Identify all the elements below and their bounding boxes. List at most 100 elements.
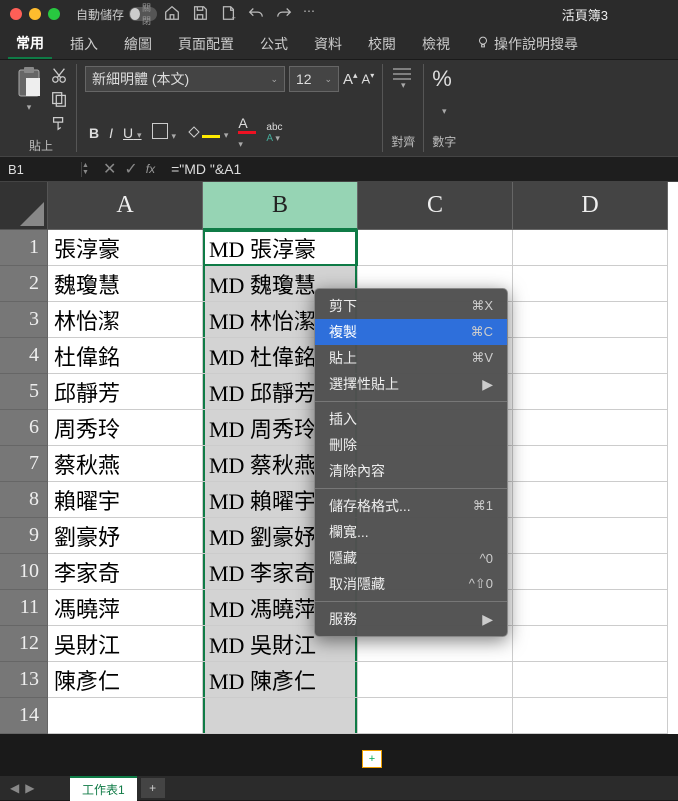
cell[interactable]: [513, 338, 668, 374]
font-size-select[interactable]: 12⌄: [289, 66, 339, 92]
accept-formula-icon[interactable]: ✓: [124, 159, 137, 179]
select-all-corner[interactable]: [0, 182, 48, 230]
decrease-font-icon[interactable]: A▾: [362, 71, 375, 86]
cell[interactable]: 杜偉銘: [48, 338, 203, 374]
redo-icon[interactable]: [275, 4, 293, 25]
font-color-button[interactable]: A ▾: [238, 115, 256, 150]
tab-review[interactable]: 校閱: [360, 30, 404, 58]
minimize-window-button[interactable]: [29, 8, 41, 20]
row-header[interactable]: 10: [0, 554, 48, 590]
cm-hide[interactable]: 隱藏^0: [315, 545, 507, 571]
cell[interactable]: [513, 662, 668, 698]
tab-draw[interactable]: 繪圖: [116, 30, 160, 58]
col-header-a[interactable]: A: [48, 182, 203, 230]
tab-view[interactable]: 檢視: [414, 30, 458, 58]
row-header[interactable]: 14: [0, 698, 48, 734]
cell[interactable]: [513, 518, 668, 554]
cell[interactable]: 邱靜芳: [48, 374, 203, 410]
row-header[interactable]: 3: [0, 302, 48, 338]
tab-tellme[interactable]: 操作說明搜尋: [468, 30, 586, 58]
undo-icon[interactable]: [247, 4, 265, 25]
italic-button[interactable]: I: [109, 125, 113, 141]
cell[interactable]: [513, 446, 668, 482]
borders-button[interactable]: ▾: [152, 123, 176, 142]
sheet-tab[interactable]: 工作表1: [70, 776, 137, 801]
cell[interactable]: [513, 410, 668, 446]
new-icon[interactable]: +: [219, 4, 237, 25]
paste-button[interactable]: ▾: [14, 66, 44, 135]
col-header-b[interactable]: B: [203, 182, 358, 230]
cm-insert[interactable]: 插入: [315, 406, 507, 432]
cell[interactable]: 賴曜宇: [48, 482, 203, 518]
col-header-d[interactable]: D: [513, 182, 668, 230]
cm-clear[interactable]: 清除內容: [315, 458, 507, 484]
row-header[interactable]: 1: [0, 230, 48, 266]
tab-home[interactable]: 常用: [8, 29, 52, 59]
name-box[interactable]: B1: [0, 162, 82, 177]
row-header[interactable]: 6: [0, 410, 48, 446]
cm-format-cells[interactable]: 儲存格格式...⌘1: [315, 493, 507, 519]
cell[interactable]: 張淳豪: [48, 230, 203, 266]
cell[interactable]: MD 陳彥仁: [203, 662, 358, 698]
cell[interactable]: 魏瓊慧: [48, 266, 203, 302]
row-header[interactable]: 7: [0, 446, 48, 482]
row-header[interactable]: 11: [0, 590, 48, 626]
row-header[interactable]: 12: [0, 626, 48, 662]
copy-icon[interactable]: [50, 90, 68, 111]
percent-icon[interactable]: %: [432, 66, 452, 92]
cell[interactable]: 陳彥仁: [48, 662, 203, 698]
row-header[interactable]: 13: [0, 662, 48, 698]
cell[interactable]: [513, 626, 668, 662]
paste-options-icon[interactable]: +: [362, 750, 382, 768]
col-header-c[interactable]: C: [358, 182, 513, 230]
fill-color-button[interactable]: ▾: [186, 124, 228, 141]
font-name-select[interactable]: 新細明體 (本文)⌄: [85, 66, 285, 92]
cell[interactable]: [513, 230, 668, 266]
sheet-prev-icon[interactable]: ◀: [10, 781, 19, 795]
cell[interactable]: [358, 230, 513, 266]
autosave-toggle[interactable]: 自動儲存 關閉: [76, 6, 157, 23]
cell[interactable]: 蔡秋燕: [48, 446, 203, 482]
name-box-stepper[interactable]: ▲▼: [82, 162, 89, 176]
underline-button[interactable]: U ▾: [123, 125, 142, 141]
close-window-button[interactable]: [10, 8, 22, 20]
cell[interactable]: [513, 266, 668, 302]
cell[interactable]: 馮曉萍: [48, 590, 203, 626]
cell[interactable]: 李家奇: [48, 554, 203, 590]
formula-input[interactable]: ="MD "&A1: [163, 161, 678, 177]
cell[interactable]: 劉豪妤: [48, 518, 203, 554]
row-header[interactable]: 8: [0, 482, 48, 518]
cell[interactable]: [513, 374, 668, 410]
row-header[interactable]: 4: [0, 338, 48, 374]
tab-formulas[interactable]: 公式: [252, 30, 296, 58]
cell[interactable]: [513, 482, 668, 518]
cm-copy[interactable]: 複製⌘C: [315, 319, 507, 345]
row-header[interactable]: 2: [0, 266, 48, 302]
cell[interactable]: [513, 302, 668, 338]
cm-services[interactable]: 服務▶: [315, 606, 507, 632]
cell[interactable]: MD 張淳豪: [203, 230, 358, 266]
cut-icon[interactable]: [50, 66, 68, 87]
autosave-switch[interactable]: 關閉: [129, 7, 157, 21]
cell[interactable]: [358, 662, 513, 698]
row-header[interactable]: 5: [0, 374, 48, 410]
cm-cut[interactable]: 剪下⌘X: [315, 293, 507, 319]
sheet-add-button[interactable]: +: [141, 778, 165, 798]
cm-unhide[interactable]: 取消隱藏^⇧0: [315, 571, 507, 597]
maximize-window-button[interactable]: [48, 8, 60, 20]
cell[interactable]: [513, 554, 668, 590]
cell[interactable]: [48, 698, 203, 734]
cell[interactable]: 周秀玲: [48, 410, 203, 446]
cell[interactable]: 林怡潔: [48, 302, 203, 338]
cm-paste-special[interactable]: 選擇性貼上▶: [315, 371, 507, 397]
save-icon[interactable]: [191, 4, 209, 25]
cm-delete[interactable]: 刪除: [315, 432, 507, 458]
more-icon[interactable]: ⋯: [303, 4, 315, 25]
sheet-next-icon[interactable]: ▶: [25, 781, 34, 795]
tab-pagelayout[interactable]: 頁面配置: [170, 30, 242, 58]
cancel-formula-icon[interactable]: ✕: [103, 159, 116, 179]
ruby-button[interactable]: abcA ▾: [266, 122, 282, 144]
tab-insert[interactable]: 插入: [62, 30, 106, 58]
cell[interactable]: [358, 698, 513, 734]
cm-paste[interactable]: 貼上⌘V: [315, 345, 507, 371]
